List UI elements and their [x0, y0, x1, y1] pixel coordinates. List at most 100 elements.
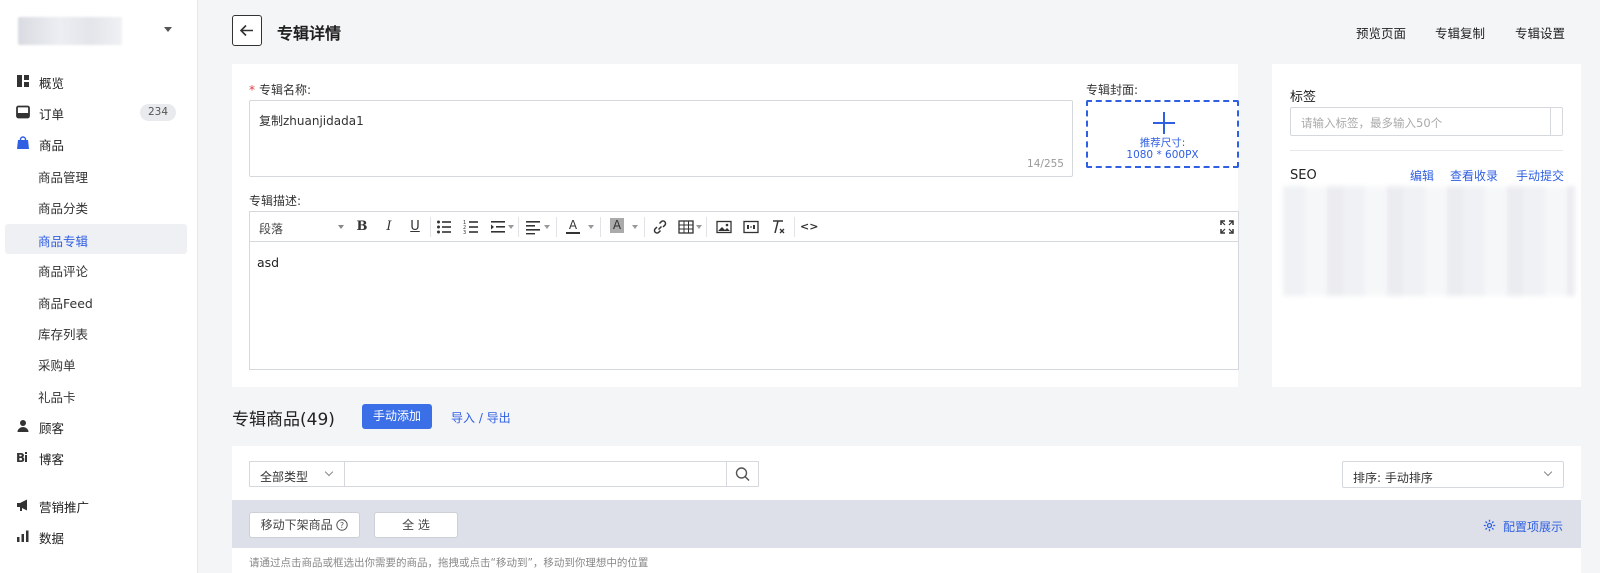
- toolbar-divider: [430, 217, 431, 237]
- manual-add-button[interactable]: 手动添加: [362, 404, 432, 429]
- caret-down-icon: [696, 225, 702, 229]
- dashboard-icon: [17, 75, 29, 87]
- cover-upload[interactable]: 推荐尺寸: 1080 * 600PX: [1086, 100, 1239, 168]
- blog-icon: B: [16, 451, 27, 464]
- seo-preview-blurred: [1283, 186, 1575, 296]
- link-icon[interactable]: [652, 218, 668, 236]
- preview-page-link[interactable]: 预览页面: [1356, 23, 1406, 42]
- bulleted-list-icon[interactable]: [436, 218, 452, 236]
- caret-down-icon: [632, 225, 638, 229]
- chevron-down-icon: [324, 467, 334, 477]
- sidebar-item-product-feed[interactable]: 商品Feed: [0, 286, 198, 316]
- store-name-blurred: [18, 17, 122, 45]
- sidebar-item-label: 商品: [39, 138, 65, 153]
- sidebar-item-marketing[interactable]: 营销推广: [0, 490, 198, 520]
- bar-chart-icon: [17, 530, 29, 542]
- code-view-icon[interactable]: <>: [800, 218, 818, 236]
- back-button[interactable]: [232, 15, 262, 46]
- megaphone-icon: [17, 499, 27, 511]
- svg-text:B: B: [16, 451, 25, 464]
- sidebar-item-orders[interactable]: 订单 234: [0, 97, 198, 127]
- album-name-input[interactable]: 复制zhuanjidada1 14/255: [249, 100, 1073, 177]
- sidebar-item-label: 订单: [39, 107, 65, 122]
- sidebar-item-gift-cards[interactable]: 礼品卡: [0, 380, 198, 410]
- album-settings-link[interactable]: 专辑设置: [1515, 23, 1565, 42]
- copy-album-link[interactable]: 专辑复制: [1435, 23, 1485, 42]
- sidebar-item-label: 库存列表: [38, 327, 89, 342]
- paragraph-format-select[interactable]: 段落: [259, 220, 283, 237]
- sidebar-item-products[interactable]: 商品: [0, 128, 198, 158]
- sidebar-item-label: 商品专辑: [38, 234, 89, 249]
- editor-toolbar: 段落 B I U 123 A A <>: [250, 212, 1238, 242]
- seo-view-index-link[interactable]: 查看收录: [1450, 167, 1498, 184]
- sidebar-item-label: 采购单: [38, 358, 76, 373]
- toolbar-divider: [600, 217, 601, 237]
- rich-text-editor: 段落 B I U 123 A A <> asd: [249, 211, 1239, 370]
- product-type-value: 全部类型: [260, 470, 309, 484]
- clear-format-icon[interactable]: [770, 218, 786, 236]
- order-count-badge: 234: [139, 104, 176, 121]
- tags-input[interactable]: 请输入标签，最多输入50个: [1290, 107, 1563, 136]
- caret-down-icon: [508, 225, 514, 229]
- gear-icon[interactable]: [1483, 519, 1496, 532]
- sidebar-item-product-management[interactable]: 商品管理: [0, 160, 198, 190]
- caret-down-icon: [338, 225, 344, 229]
- product-type-select[interactable]: 全部类型: [249, 461, 344, 487]
- album-name-label-text: 专辑名称:: [259, 83, 312, 97]
- move-offline-products-button[interactable]: 移动下架商品 ?: [249, 512, 360, 538]
- product-search-input[interactable]: [344, 461, 727, 487]
- image-icon[interactable]: [716, 218, 732, 236]
- config-display-link[interactable]: 配置项展示: [1503, 518, 1563, 535]
- sidebar-item-product-categories[interactable]: 商品分类: [0, 191, 198, 221]
- background-color-icon[interactable]: A: [610, 218, 624, 233]
- sidebar-item-label: 数据: [39, 531, 65, 546]
- fullscreen-icon[interactable]: [1219, 218, 1235, 236]
- numbered-list-icon[interactable]: 123: [463, 218, 479, 236]
- select-all-button[interactable]: 全 选: [374, 512, 458, 538]
- editor-content[interactable]: asd: [257, 255, 279, 270]
- arrow-left-icon: [239, 24, 253, 37]
- italic-icon[interactable]: I: [381, 218, 397, 236]
- album-name-label: * 专辑名称:: [249, 81, 311, 98]
- inbox-icon: [16, 105, 30, 119]
- sidebar-item-customers[interactable]: 顾客: [0, 411, 198, 441]
- indent-icon[interactable]: [490, 218, 506, 236]
- toolbar-divider: [518, 217, 519, 237]
- sidebar-item-product-albums[interactable]: 商品专辑: [5, 224, 187, 254]
- sort-select[interactable]: 排序: 手动排序: [1342, 461, 1564, 488]
- sidebar: 概览 订单 234 商品 商品管理 商品分类 商品专辑 商品评论 商品Feed …: [0, 0, 198, 573]
- import-export-link[interactable]: 导入 / 导出: [451, 409, 511, 426]
- seo-title: SEO: [1290, 168, 1317, 183]
- search-button[interactable]: [726, 461, 759, 487]
- search-icon: [735, 467, 750, 482]
- seo-manual-submit-link[interactable]: 手动提交: [1516, 167, 1564, 184]
- sidebar-item-label: 顾客: [39, 421, 65, 436]
- cover-size-value: 1080 * 600PX: [1126, 149, 1199, 161]
- font-color-icon[interactable]: A: [566, 218, 580, 234]
- album-cover-label: 专辑封面:: [1086, 83, 1139, 97]
- store-switcher[interactable]: [18, 17, 178, 49]
- page-title: 专辑详情: [277, 24, 342, 43]
- align-left-icon[interactable]: [525, 218, 541, 236]
- sidebar-item-purchase-orders[interactable]: 采购单: [0, 348, 198, 378]
- cover-size-hint: 推荐尺寸:: [1139, 137, 1186, 149]
- underline-icon[interactable]: U: [407, 218, 423, 236]
- video-icon[interactable]: [743, 218, 759, 236]
- tags-placeholder: 请输入标签，最多输入50个: [1301, 116, 1443, 130]
- sidebar-item-label: 礼品卡: [38, 390, 76, 405]
- sidebar-item-product-reviews[interactable]: 商品评论: [0, 254, 198, 284]
- sidebar-item-blog[interactable]: B 博客: [0, 442, 198, 472]
- table-icon[interactable]: [678, 218, 694, 236]
- bold-icon[interactable]: B: [354, 218, 370, 236]
- sidebar-item-data[interactable]: 数据: [0, 521, 198, 551]
- seo-edit-link[interactable]: 编辑: [1410, 167, 1434, 184]
- move-offline-products-label: 移动下架商品: [260, 518, 333, 532]
- toolbar-divider: [556, 217, 557, 237]
- toolbar-divider: [794, 217, 795, 237]
- album-name-value: 复制zhuanjidada1: [259, 114, 364, 128]
- drag-hint-text: 请通过点击商品或框选出你需要的商品，拖拽或点击“移动到”，移动到你理想中的位置: [249, 557, 649, 569]
- sort-value: 排序: 手动排序: [1353, 471, 1433, 485]
- sidebar-item-overview[interactable]: 概览: [0, 66, 198, 96]
- sidebar-item-inventory[interactable]: 库存列表: [0, 317, 198, 347]
- sidebar-item-label: 概览: [39, 76, 65, 91]
